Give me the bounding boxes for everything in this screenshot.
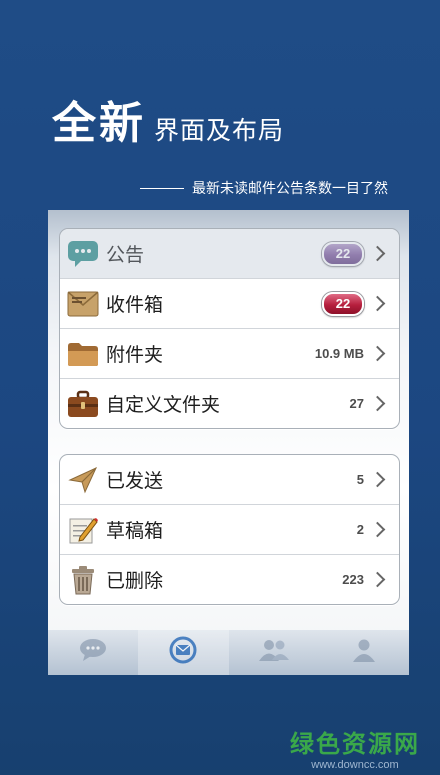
unread-badge: 22 bbox=[322, 241, 364, 266]
row-deleted[interactable]: 已删除 223 bbox=[60, 554, 399, 604]
pencil-note-icon bbox=[66, 513, 100, 547]
row-label: 自定义文件夹 bbox=[106, 395, 221, 416]
row-label: 已删除 bbox=[106, 571, 164, 592]
row-label: 附件夹 bbox=[106, 345, 164, 366]
chat-bubble-icon bbox=[66, 237, 100, 271]
headline: 全新 界面及布局 bbox=[52, 102, 284, 146]
row-label: 收件箱 bbox=[106, 295, 164, 316]
row-attachments[interactable]: 附件夹 10.9 MB bbox=[60, 328, 399, 378]
chevron-right-icon bbox=[369, 395, 386, 412]
chevron-right-icon bbox=[369, 571, 386, 588]
row-label: 公告 bbox=[106, 245, 145, 266]
subline-dash bbox=[140, 187, 184, 189]
trash-can-icon bbox=[66, 563, 100, 597]
row-sent[interactable]: 已发送 5 bbox=[60, 455, 399, 504]
folder-group-secondary: 已发送 5 草稿箱 2 已删除 223 bbox=[59, 454, 400, 605]
chat-icon bbox=[79, 638, 107, 667]
chevron-right-icon bbox=[369, 345, 386, 362]
phone-screen: 公告 22 收件箱 22 附件夹 10.9 MB 自定义文件夹 27 已发送 5… bbox=[48, 210, 409, 675]
watermark: 绿色资源网 www.downcc.com bbox=[290, 724, 420, 771]
chevron-right-icon bbox=[369, 295, 386, 312]
row-inbox[interactable]: 收件箱 22 bbox=[60, 278, 399, 328]
folder-icon bbox=[66, 337, 100, 371]
contacts-icon bbox=[258, 638, 290, 667]
row-custom-folders[interactable]: 自定义文件夹 27 bbox=[60, 378, 399, 428]
folder-group-primary: 公告 22 收件箱 22 附件夹 10.9 MB 自定义文件夹 27 bbox=[59, 228, 400, 429]
paper-plane-icon bbox=[66, 463, 100, 497]
row-drafts[interactable]: 草稿箱 2 bbox=[60, 504, 399, 554]
chevron-right-icon bbox=[369, 521, 386, 538]
tab-contacts[interactable] bbox=[229, 630, 319, 675]
watermark-cn: 绿色资源网 bbox=[290, 731, 420, 758]
size-value: 10.9 MB bbox=[314, 346, 364, 361]
row-announcements[interactable]: 公告 22 bbox=[60, 229, 399, 279]
row-label: 草稿箱 bbox=[106, 521, 164, 542]
envelope-icon bbox=[66, 287, 100, 321]
tab-messages[interactable] bbox=[48, 630, 138, 675]
briefcase-icon bbox=[66, 387, 100, 421]
chevron-right-icon bbox=[369, 471, 386, 488]
tab-profile[interactable] bbox=[319, 630, 409, 675]
unread-badge: 22 bbox=[322, 291, 364, 316]
count-value: 5 bbox=[356, 472, 364, 487]
row-label: 已发送 bbox=[106, 471, 164, 492]
count-value: 27 bbox=[349, 396, 364, 411]
headline-small: 界面及布局 bbox=[154, 117, 285, 145]
person-icon bbox=[352, 638, 376, 667]
subline-text: 最新未读邮件公告条数一目了然 bbox=[192, 180, 388, 196]
tab-bar bbox=[48, 630, 409, 675]
watermark-en: www.downcc.com bbox=[311, 759, 399, 771]
count-value: 2 bbox=[356, 522, 364, 537]
tab-mail[interactable] bbox=[138, 630, 229, 675]
subline: 最新未读邮件公告条数一目了然 bbox=[140, 178, 388, 198]
chevron-right-icon bbox=[369, 245, 386, 262]
count-value: 223 bbox=[342, 572, 364, 587]
mail-globe-icon bbox=[168, 635, 198, 670]
headline-big: 全新 bbox=[52, 99, 146, 148]
